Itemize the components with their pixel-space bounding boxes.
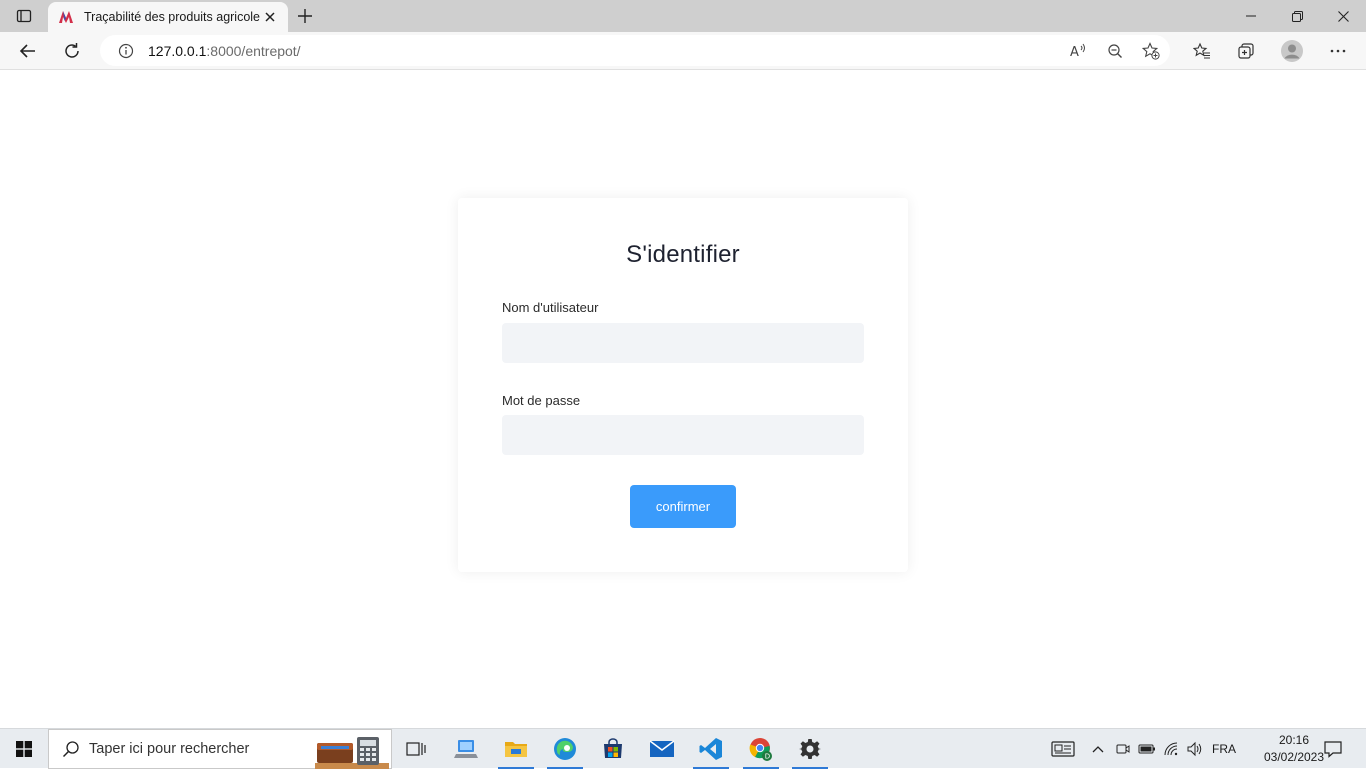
refresh-icon <box>65 43 79 58</box>
gear-icon <box>799 739 821 759</box>
settings-menu-button[interactable] <box>1322 35 1354 67</box>
computer-icon <box>454 740 478 758</box>
search-icon <box>61 739 81 759</box>
task-view-button[interactable] <box>392 729 440 769</box>
username-input[interactable] <box>502 323 864 363</box>
mail-icon <box>649 740 675 757</box>
collections-icon <box>1238 43 1254 59</box>
close-window-button[interactable] <box>1320 0 1366 32</box>
address-bar[interactable]: 127.0.0.1:8000/entrepot/ A <box>100 35 1170 66</box>
tab-actions-button[interactable] <box>0 0 48 32</box>
zoom-out-icon[interactable] <box>1105 41 1125 61</box>
favorites-icon <box>1193 42 1210 59</box>
start-button[interactable] <box>0 729 48 769</box>
news-icon <box>1051 741 1075 757</box>
chevron-up-icon <box>1092 746 1104 753</box>
browser-title-bar: Traçabilité des produits agricoles <box>0 0 1366 32</box>
svg-text:D: D <box>765 753 770 761</box>
tray-battery-button[interactable] <box>1136 729 1158 769</box>
taskbar-app-store[interactable] <box>589 729 637 769</box>
tray-network-button[interactable] <box>1160 729 1184 769</box>
tray-news-button[interactable] <box>1046 729 1080 769</box>
tray-camera-button[interactable] <box>1112 729 1134 769</box>
minimize-icon <box>1246 15 1256 17</box>
wifi-icon <box>1164 742 1178 756</box>
taskbar-app-vscode[interactable] <box>687 729 735 769</box>
tray-language-indicator[interactable]: FRA <box>1208 729 1240 769</box>
password-label: Mot de passe <box>502 393 581 408</box>
browser-toolbar: 127.0.0.1:8000/entrepot/ A <box>0 32 1366 70</box>
minimize-button[interactable] <box>1228 0 1274 32</box>
restore-button[interactable] <box>1274 0 1320 32</box>
tab-title: Traçabilité des produits agricoles <box>84 10 260 24</box>
url-host: 127.0.0.1 <box>148 42 207 59</box>
taskbar-app-this-pc[interactable] <box>443 729 491 769</box>
svg-text:A: A <box>1070 45 1079 60</box>
back-arrow-icon <box>19 44 35 58</box>
confirm-button[interactable]: confirmer <box>630 485 736 528</box>
folder-icon <box>505 742 527 757</box>
windows-logo-icon <box>16 741 32 757</box>
notification-center-button[interactable] <box>1318 729 1348 769</box>
url-path: :8000/entrepot/ <box>206 42 301 59</box>
new-tab-button[interactable] <box>292 4 318 28</box>
taskbar-app-edge[interactable] <box>541 729 589 769</box>
refresh-button[interactable] <box>56 35 88 67</box>
search-placeholder: Taper ici pour rechercher <box>89 741 250 757</box>
profile-button[interactable] <box>1276 35 1308 67</box>
password-input[interactable] <box>502 415 864 455</box>
task-view-icon <box>406 742 426 756</box>
volume-icon <box>1187 741 1202 757</box>
page-content: S'identifier Nom d'utilisateur Mot de pa… <box>0 71 1366 728</box>
avatar-icon <box>1281 40 1303 62</box>
favorites-button[interactable] <box>1186 35 1218 67</box>
restore-icon <box>1291 10 1303 22</box>
add-favorite-icon[interactable] <box>1141 41 1161 61</box>
taskbar: Taper ici pour rechercher D FRA 20:16 03… <box>0 728 1366 769</box>
notification-icon <box>1324 741 1342 758</box>
search-highlight-illustration-icon <box>315 737 389 769</box>
taskbar-app-chrome[interactable]: D <box>737 729 785 769</box>
more-dots-icon <box>1330 49 1346 53</box>
browser-tab[interactable]: Traçabilité des produits agricoles <box>48 2 288 32</box>
login-card: S'identifier Nom d'utilisateur Mot de pa… <box>458 198 908 572</box>
taskbar-app-file-explorer[interactable] <box>492 729 540 769</box>
tray-show-hidden-button[interactable] <box>1088 729 1108 769</box>
back-button[interactable] <box>12 35 44 67</box>
collections-button[interactable] <box>1230 35 1262 67</box>
site-info-icon[interactable] <box>116 41 136 61</box>
taskbar-app-mail[interactable] <box>638 729 686 769</box>
plus-icon <box>298 9 312 23</box>
close-window-icon <box>1337 10 1349 22</box>
vscode-icon <box>699 738 722 760</box>
chrome-icon: D <box>749 738 772 761</box>
tab-actions-icon <box>16 9 32 23</box>
username-label: Nom d'utilisateur <box>502 300 599 315</box>
close-tab-icon[interactable] <box>262 9 278 25</box>
camera-icon <box>1116 744 1130 754</box>
edge-browser-icon <box>554 738 576 760</box>
site-favicon-icon <box>59 11 73 23</box>
tray-volume-button[interactable] <box>1184 729 1206 769</box>
taskbar-app-settings[interactable] <box>786 729 834 769</box>
url-text: 127.0.0.1:8000/entrepot/ <box>148 43 301 59</box>
battery-icon <box>1138 744 1155 754</box>
login-title: S'identifier <box>626 241 740 268</box>
taskbar-search[interactable]: Taper ici pour rechercher <box>48 729 392 769</box>
read-aloud-icon[interactable]: A <box>1068 41 1088 61</box>
store-bag-icon <box>604 738 622 758</box>
